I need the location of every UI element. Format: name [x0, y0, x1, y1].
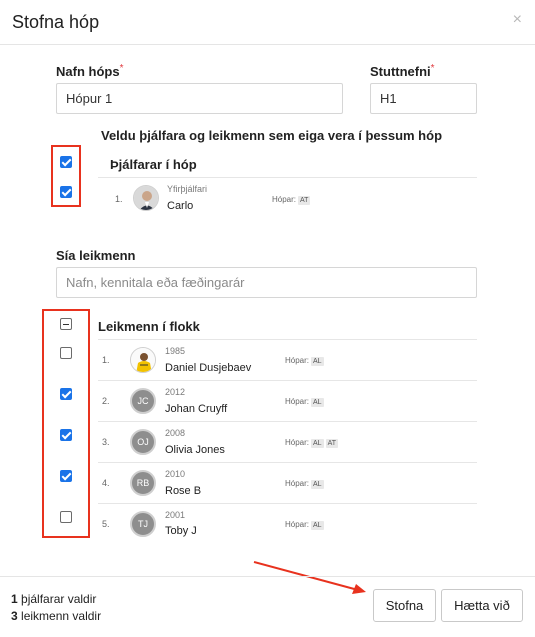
row-number: 4.: [102, 478, 110, 488]
player-checkbox[interactable]: [60, 429, 72, 441]
footer-divider: [0, 576, 535, 577]
divider: [98, 339, 477, 340]
divider: [98, 177, 477, 178]
player-search-input[interactable]: Nafn, kennitala eða fæðingarár: [56, 267, 477, 298]
player-groups: Hópar: AL AT: [285, 438, 339, 448]
player-checkbox[interactable]: [60, 347, 72, 359]
player-groups: Hópar: AL: [285, 356, 324, 366]
coach-checkbox[interactable]: [60, 186, 72, 198]
row-number: 1.: [115, 194, 123, 204]
player-name: Rose B: [165, 485, 202, 497]
short-name-input[interactable]: H1: [370, 83, 477, 114]
group-name-label: Nafn hóps*: [56, 63, 124, 79]
coach-role: Yfirþjálfari: [167, 184, 208, 194]
player-year: 2008: [165, 428, 186, 438]
group-tag: AT: [325, 439, 339, 448]
players-selected-count: 3 leikmenn valdir: [11, 609, 102, 623]
dialog-title: Stofna hóp: [12, 12, 100, 32]
player-name: Daniel Dusjebaev: [165, 362, 252, 374]
coach-groups: Hópar: AT: [272, 195, 311, 205]
player-year: 2012: [165, 387, 186, 397]
coaches-selected-count: 1 þjálfarar valdir: [11, 592, 97, 606]
row-number: 1.: [102, 355, 110, 365]
player-name: Johan Cruyff: [165, 403, 228, 415]
player-checkbox[interactable]: [60, 388, 72, 400]
divider: [98, 503, 477, 504]
player-year: 1985: [165, 346, 186, 356]
player-name: Olivia Jones: [165, 444, 225, 456]
avatar: OJ: [130, 429, 156, 455]
player-name: Toby J: [165, 525, 197, 537]
required-mark: *: [119, 63, 124, 74]
player-checkbox[interactable]: [60, 470, 72, 482]
highlight-box-players: [42, 309, 90, 538]
divider: [98, 462, 477, 463]
avatar: TJ: [130, 511, 156, 537]
close-icon[interactable]: ×: [513, 11, 522, 29]
player-checkbox[interactable]: [60, 511, 72, 523]
annotation-arrow-icon: [253, 561, 366, 594]
avatar: JC: [130, 388, 156, 414]
selection-instruction: Veldu þjálfara og leikmenn sem eiga vera…: [101, 128, 443, 143]
player-groups: Hópar: AL: [285, 479, 324, 489]
divider: [98, 421, 477, 422]
coach-name: Carlo: [167, 200, 194, 212]
player-groups: Hópar: AL: [285, 397, 324, 407]
row-number: 2.: [102, 396, 110, 406]
group-tag: AL: [311, 439, 324, 448]
filter-label: Sía leikmenn: [56, 248, 136, 263]
avatar: [130, 347, 156, 373]
player-year: 2001: [165, 510, 186, 520]
avatar: [133, 185, 159, 211]
select-all-players-checkbox[interactable]: [60, 318, 72, 330]
cancel-button[interactable]: Hætta við: [441, 589, 523, 622]
player-year: 2010: [165, 469, 186, 479]
dialog-header: Stofna hóp ×: [0, 0, 535, 45]
group-tag: AL: [311, 521, 324, 530]
create-button[interactable]: Stofna: [373, 589, 436, 622]
group-tag: AL: [311, 357, 324, 366]
avatar: RB: [130, 470, 156, 496]
select-all-coaches-checkbox[interactable]: [60, 156, 72, 168]
group-name-input[interactable]: Hópur 1: [56, 83, 343, 114]
group-tag: AL: [311, 480, 324, 489]
group-tag: AL: [311, 398, 324, 407]
players-section-title: Leikmenn í flokk: [98, 319, 200, 334]
required-mark: *: [430, 63, 435, 74]
coaches-section-title: Þjálfarar í hóp: [110, 157, 197, 172]
row-number: 3.: [102, 437, 110, 447]
row-number: 5.: [102, 519, 110, 529]
short-name-label: Stuttnefni*: [370, 63, 435, 79]
player-groups: Hópar: AL: [285, 520, 324, 530]
group-tag: AT: [298, 196, 311, 205]
divider: [98, 380, 477, 381]
